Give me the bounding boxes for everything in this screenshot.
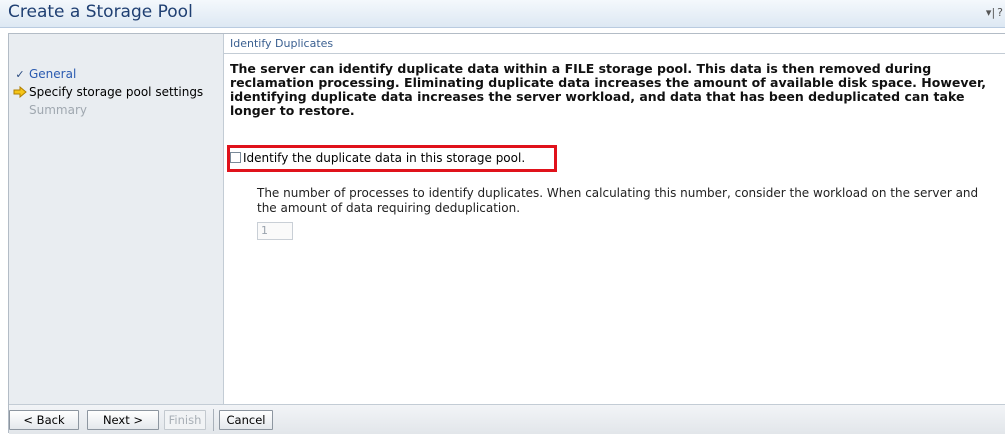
title-bar: Create a Storage Pool ▾|? xyxy=(0,0,1005,28)
identify-duplicates-label[interactable]: Identify the duplicate data in this stor… xyxy=(243,151,525,165)
arrow-right-icon xyxy=(13,83,27,101)
wizard-steps-panel: ✓ General Specify storage pool settings S… xyxy=(9,34,224,404)
wizard-frame: ✓ General Specify storage pool settings S… xyxy=(8,33,1005,434)
finish-button: Finish xyxy=(164,410,206,430)
step-general[interactable]: ✓ General xyxy=(13,65,203,83)
identify-duplicates-row[interactable]: Identify the duplicate data in this stor… xyxy=(230,151,525,165)
wizard-button-bar: < Back Next > Finish Cancel xyxy=(9,404,1005,434)
step-label: Summary xyxy=(29,103,87,117)
next-button[interactable]: Next > xyxy=(87,410,159,430)
checkmark-icon: ✓ xyxy=(15,68,25,81)
back-button[interactable]: < Back xyxy=(9,410,79,430)
section-description: The server can identify duplicate data w… xyxy=(230,61,987,118)
help-icon[interactable]: ? xyxy=(997,6,1003,19)
wizard-steps-list: ✓ General Specify storage pool settings S… xyxy=(13,65,203,119)
identify-duplicates-checkbox[interactable] xyxy=(230,152,241,163)
step-specify-storage-pool-settings[interactable]: Specify storage pool settings xyxy=(13,83,203,101)
step-label: Specify storage pool settings xyxy=(29,85,204,99)
step-label: General xyxy=(29,67,77,81)
button-divider xyxy=(213,409,214,431)
section-heading: Identify Duplicates xyxy=(224,34,1005,54)
step-summary: Summary xyxy=(13,101,203,119)
cancel-button[interactable]: Cancel xyxy=(219,410,273,430)
processes-description: The number of processes to identify dupl… xyxy=(257,186,979,215)
wizard-content: Identify Duplicates The server can ident… xyxy=(224,34,1005,404)
window-title: Create a Storage Pool xyxy=(8,2,193,22)
minimize-icon[interactable]: ▾| xyxy=(986,6,995,19)
processes-input: 1 xyxy=(257,222,293,240)
window-controls: ▾|? xyxy=(984,6,1003,19)
